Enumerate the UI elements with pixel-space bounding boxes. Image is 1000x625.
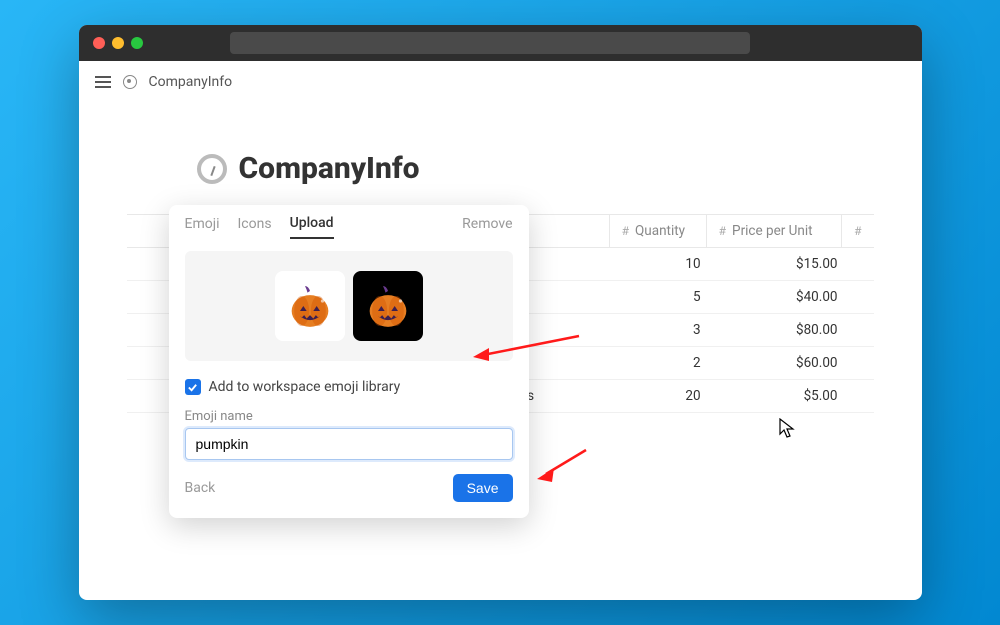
- cell-price[interactable]: $40.00: [713, 281, 850, 313]
- popover-tabs: Emoji Icons Upload Remove: [169, 205, 529, 239]
- preview-tile-light[interactable]: [275, 271, 345, 341]
- tab-upload[interactable]: Upload: [290, 215, 334, 239]
- cell-price[interactable]: $5.00: [713, 380, 850, 412]
- window-close-icon[interactable]: [93, 37, 105, 49]
- tab-emoji[interactable]: Emoji: [185, 216, 220, 238]
- checkbox-label: Add to workspace emoji library: [209, 379, 401, 395]
- column-price-label: Price per Unit: [732, 223, 813, 239]
- page-title[interactable]: CompanyInfo: [239, 151, 420, 186]
- cell-extra[interactable]: [850, 380, 874, 412]
- address-bar[interactable]: [230, 32, 750, 54]
- back-button[interactable]: Back: [185, 480, 216, 496]
- cell-quantity[interactable]: 5: [615, 281, 713, 313]
- app-window: CompanyInfo CompanyInfo Category # Quant…: [79, 25, 922, 600]
- page-clock-icon[interactable]: [197, 154, 227, 184]
- cell-price[interactable]: $80.00: [713, 314, 850, 346]
- cell-quantity[interactable]: 20: [615, 380, 713, 412]
- cell-quantity[interactable]: 2: [615, 347, 713, 379]
- checkbox-checked-icon[interactable]: [185, 379, 201, 395]
- breadcrumb-title[interactable]: CompanyInfo: [149, 74, 233, 90]
- remove-button[interactable]: Remove: [462, 216, 512, 238]
- tab-icons[interactable]: Icons: [237, 216, 271, 238]
- hash-icon: #: [719, 224, 726, 238]
- column-quantity-label: Quantity: [635, 223, 685, 239]
- page-head: CompanyInfo: [197, 151, 874, 186]
- cell-quantity[interactable]: 3: [615, 314, 713, 346]
- cell-extra[interactable]: [850, 347, 874, 379]
- column-quantity[interactable]: # Quantity: [609, 215, 706, 247]
- hamburger-icon[interactable]: [95, 73, 111, 91]
- window-maximize-icon[interactable]: [131, 37, 143, 49]
- cell-price[interactable]: $15.00: [713, 248, 850, 280]
- cell-extra[interactable]: [850, 314, 874, 346]
- cell-price[interactable]: $60.00: [713, 347, 850, 379]
- emoji-name-label: Emoji name: [169, 401, 529, 428]
- popover-footer: Back Save: [169, 460, 529, 518]
- save-button[interactable]: Save: [453, 474, 513, 502]
- add-to-library-row[interactable]: Add to workspace emoji library: [169, 373, 529, 401]
- column-extra[interactable]: #: [841, 215, 873, 247]
- cell-extra[interactable]: [850, 281, 874, 313]
- pumpkin-icon: [285, 281, 335, 331]
- cursor-icon: [779, 418, 797, 440]
- column-price[interactable]: # Price per Unit: [706, 215, 841, 247]
- window-minimize-icon[interactable]: [112, 37, 124, 49]
- app-header: CompanyInfo: [79, 61, 922, 103]
- cell-quantity[interactable]: 10: [615, 248, 713, 280]
- annotation-arrow-icon: [534, 448, 594, 488]
- titlebar: [79, 25, 922, 61]
- clock-icon: [123, 75, 137, 89]
- emoji-name-input[interactable]: [185, 428, 513, 460]
- pumpkin-icon: [363, 281, 413, 331]
- upload-preview: [185, 251, 513, 361]
- hash-icon: #: [622, 224, 629, 238]
- preview-tile-dark[interactable]: [353, 271, 423, 341]
- cell-extra[interactable]: [850, 248, 874, 280]
- annotation-arrow-icon: [469, 331, 589, 371]
- hash-icon: #: [854, 224, 861, 238]
